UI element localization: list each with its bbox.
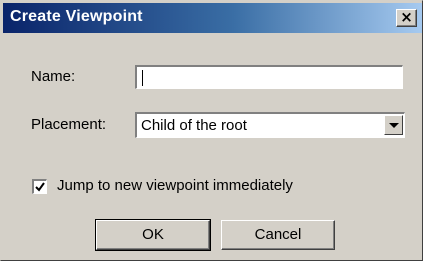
jump-checkbox[interactable]: [32, 179, 47, 194]
placement-selected-value: Child of the root: [141, 117, 247, 134]
chevron-down-icon: [389, 123, 399, 128]
ok-button[interactable]: OK: [95, 219, 211, 251]
close-icon[interactable]: ×: [396, 9, 417, 27]
window-title: Create Viewpoint: [10, 8, 143, 25]
name-input[interactable]: [134, 64, 404, 90]
text-caret: [142, 70, 143, 86]
placement-label: Placement:: [31, 116, 107, 133]
jump-checkbox-label[interactable]: Jump to new viewpoint immediately: [57, 177, 293, 194]
cancel-button[interactable]: Cancel: [221, 220, 335, 250]
placement-select[interactable]: Child of the root: [135, 112, 405, 138]
title-bar: Create Viewpoint ×: [3, 3, 422, 33]
checkmark-icon: [35, 182, 45, 192]
name-label: Name:: [31, 68, 76, 85]
dropdown-button[interactable]: [384, 115, 403, 135]
create-viewpoint-dialog: Create Viewpoint × Name: Placement: Chil…: [0, 0, 423, 261]
